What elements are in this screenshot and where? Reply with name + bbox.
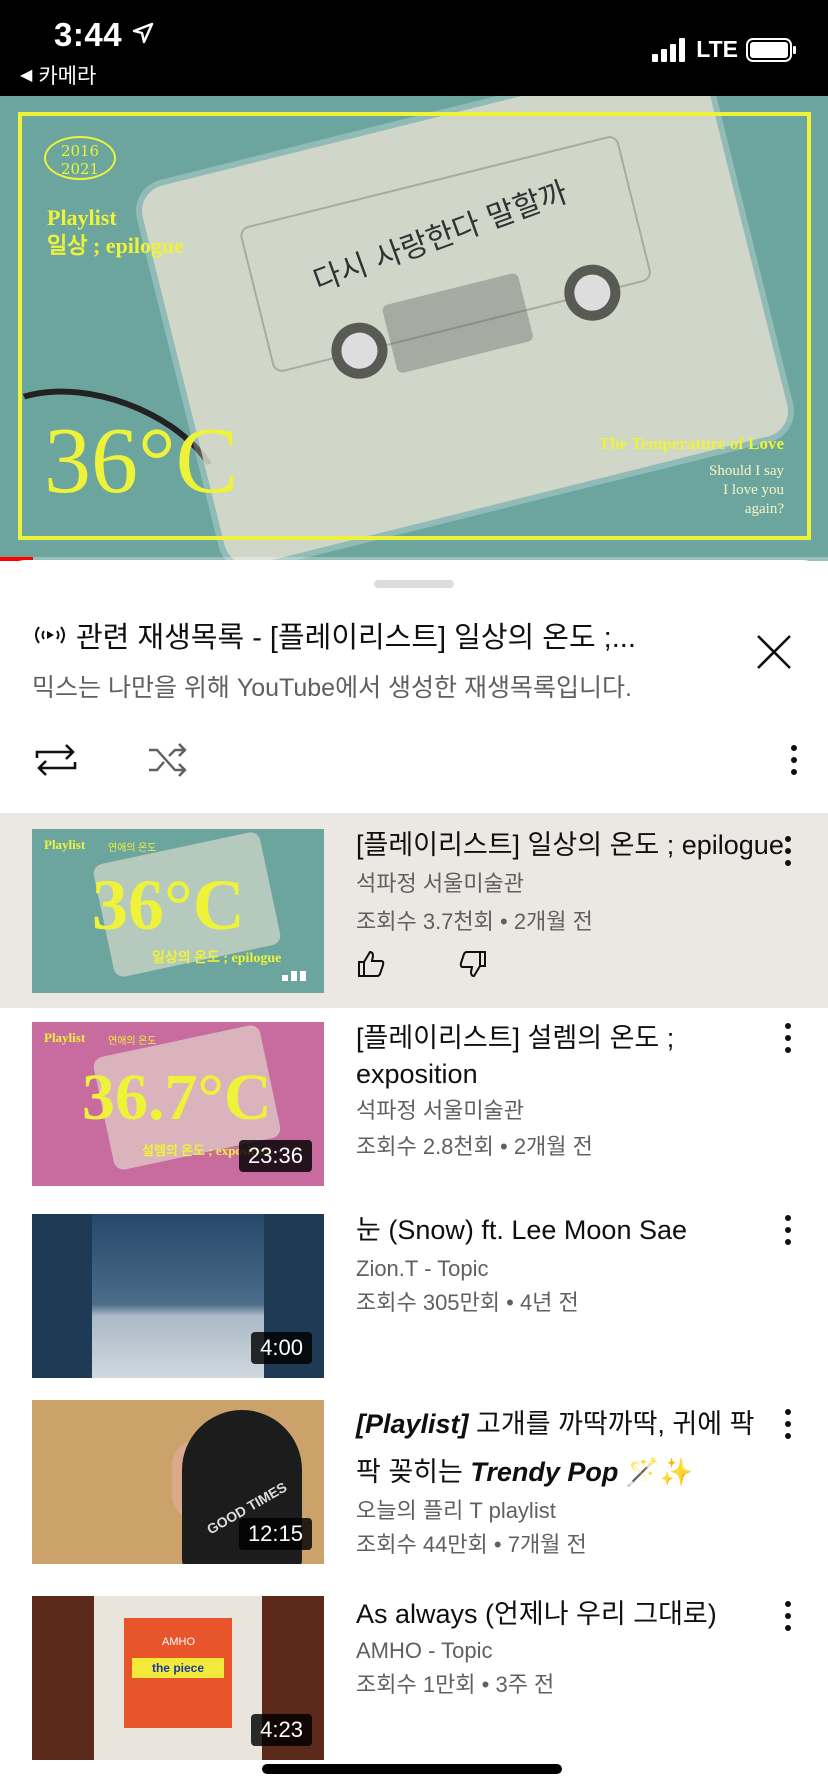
- drag-handle[interactable]: [374, 580, 454, 588]
- more-vertical-icon[interactable]: [778, 1596, 798, 1636]
- now-playing-icon: [282, 971, 306, 981]
- video-stats: 조회수 44만회 • 7개월 전: [356, 1532, 587, 1557]
- channel-name: AMHO - Topic: [356, 1638, 493, 1663]
- back-app-label: 카메라: [38, 65, 97, 88]
- video-stats: 조회수 1만회 • 3주 전: [356, 1672, 555, 1697]
- back-to-camera-link[interactable]: ◀ 카메라: [20, 60, 96, 90]
- video-stats: 조회수 3.7천회 • 2개월 전: [356, 909, 593, 934]
- overlay-title: Playlist 일상 ; epilogue: [47, 205, 185, 258]
- playlist-sheet: 관련 재생목록 - [플레이리스트] 일상의 온도 ;... 믹스는 나만을 위…: [0, 560, 828, 1792]
- playlist-header: 관련 재생목록 - [플레이리스트] 일상의 온도 ;... 믹스는 나만을 위…: [32, 614, 732, 704]
- video-duration: 23:36: [238, 1140, 312, 1172]
- thumbs-down-icon[interactable]: [458, 949, 488, 979]
- overlay-years: 2016 2021: [44, 136, 116, 180]
- more-vertical-icon[interactable]: [766, 732, 822, 788]
- battery-icon: [746, 37, 796, 62]
- channel-name: 오늘의 플리 T playlist: [356, 1498, 556, 1523]
- close-icon[interactable]: [754, 632, 794, 672]
- radio-mix-icon: [35, 626, 65, 644]
- network-type: LTE: [696, 36, 738, 62]
- list-item[interactable]: Playlist 연애의 온도 36.7°C 설렘의 온도 ; expositi…: [0, 1008, 828, 1204]
- playlist-title: 관련 재생목록 - [플레이리스트] 일상의 온도 ;...: [76, 622, 636, 654]
- playlist-items: Playlist 연애의 온도 36°C 일상의 온도 ; epilogue […: [0, 813, 828, 1792]
- signal-bars-icon: [652, 37, 686, 62]
- overlay-love-text: The Temperature of Love: [598, 434, 784, 453]
- channel-name: 석파정 서울미술관: [356, 871, 525, 896]
- list-item[interactable]: Playlist 연애의 온도 36°C 일상의 온도 ; epilogue […: [0, 813, 828, 1008]
- home-indicator[interactable]: [262, 1764, 562, 1774]
- overlay-again-text: Should I say I love you again?: [709, 463, 784, 517]
- status-time: 3:44: [54, 16, 123, 53]
- video-meta: [Playlist] 고개를 까딱까딱, 귀에 팍팍 꽂히는 Trendy Po…: [356, 1400, 756, 1560]
- video-title[interactable]: 눈 (Snow) ft. Lee Moon Sae: [356, 1212, 756, 1248]
- video-meta: [플레이리스트] 일상의 온도 ; epilogue 석파정 서울미술관 조회수…: [356, 827, 784, 979]
- video-thumbnail[interactable]: GOOD TIMES 12:15: [32, 1400, 324, 1564]
- video-stats: 조회수 2.8천회 • 2개월 전: [356, 1134, 593, 1159]
- video-thumbnail[interactable]: 4:00: [32, 1214, 324, 1378]
- more-vertical-icon[interactable]: [778, 1210, 798, 1250]
- video-player[interactable]: 다시 사랑한다 말할까 2016 2021 Playlist 일상 ; epil…: [0, 96, 828, 561]
- video-duration: 4:23: [251, 1714, 312, 1746]
- list-item[interactable]: GOOD TIMES 12:15 [Playlist] 고개를 까딱까딱, 귀에…: [0, 1400, 828, 1596]
- playlist-subtitle: 믹스는 나만을 위해 YouTube에서 생성한 재생목록입니다.: [32, 674, 632, 702]
- status-right: LTE: [652, 36, 798, 63]
- overlay-temperature: 36°C: [44, 409, 239, 513]
- video-stats: 조회수 305만회 • 4년 전: [356, 1290, 579, 1315]
- video-duration: 4:00: [251, 1332, 312, 1364]
- more-vertical-icon[interactable]: [778, 1018, 798, 1058]
- video-meta: [플레이리스트] 설렘의 온도 ; exposition 석파정 서울미술관 조…: [356, 1020, 756, 1162]
- back-triangle-icon: ◀: [20, 67, 33, 84]
- video-thumbnail[interactable]: Playlist 연애의 온도 36.7°C 설렘의 온도 ; expositi…: [32, 1022, 324, 1186]
- channel-name: Zion.T - Topic: [356, 1256, 489, 1281]
- video-thumbnail[interactable]: Playlist 연애의 온도 36°C 일상의 온도 ; epilogue: [32, 829, 324, 993]
- shuffle-icon: [149, 743, 187, 777]
- video-title[interactable]: [Playlist] 고개를 까딱까딱, 귀에 팍팍 꽂히는 Trendy Po…: [356, 1400, 756, 1496]
- repeat-button[interactable]: [28, 732, 84, 788]
- video-title[interactable]: [플레이리스트] 설렘의 온도 ; exposition: [356, 1020, 756, 1092]
- list-item[interactable]: AMHO the piece 4:23 As always (언제나 우리 그대…: [0, 1596, 828, 1792]
- more-vertical-icon[interactable]: [778, 831, 798, 871]
- video-meta: 눈 (Snow) ft. Lee Moon Sae Zion.T - Topic…: [356, 1212, 756, 1318]
- video-meta: As always (언제나 우리 그대로) AMHO - Topic 조회수 …: [356, 1596, 756, 1700]
- location-arrow-icon: [132, 22, 154, 44]
- more-vertical-icon[interactable]: [778, 1404, 798, 1444]
- rating-buttons: [356, 949, 756, 979]
- video-title[interactable]: [플레이리스트] 일상의 온도 ; epilogue: [356, 827, 784, 863]
- video-duration: 12:15: [238, 1518, 312, 1550]
- channel-name: 석파정 서울미술관: [356, 1098, 525, 1123]
- playlist-controls: [0, 732, 828, 802]
- repeat-icon: [35, 744, 77, 776]
- thumbs-up-icon[interactable]: [356, 949, 386, 979]
- list-item[interactable]: 4:00 눈 (Snow) ft. Lee Moon Sae Zion.T - …: [0, 1204, 828, 1400]
- shuffle-button[interactable]: [140, 732, 196, 788]
- status-bar: 3:44 ◀ 카메라 LTE: [0, 0, 828, 96]
- video-title[interactable]: As always (언제나 우리 그대로): [356, 1596, 756, 1632]
- video-thumbnail[interactable]: AMHO the piece 4:23: [32, 1596, 324, 1760]
